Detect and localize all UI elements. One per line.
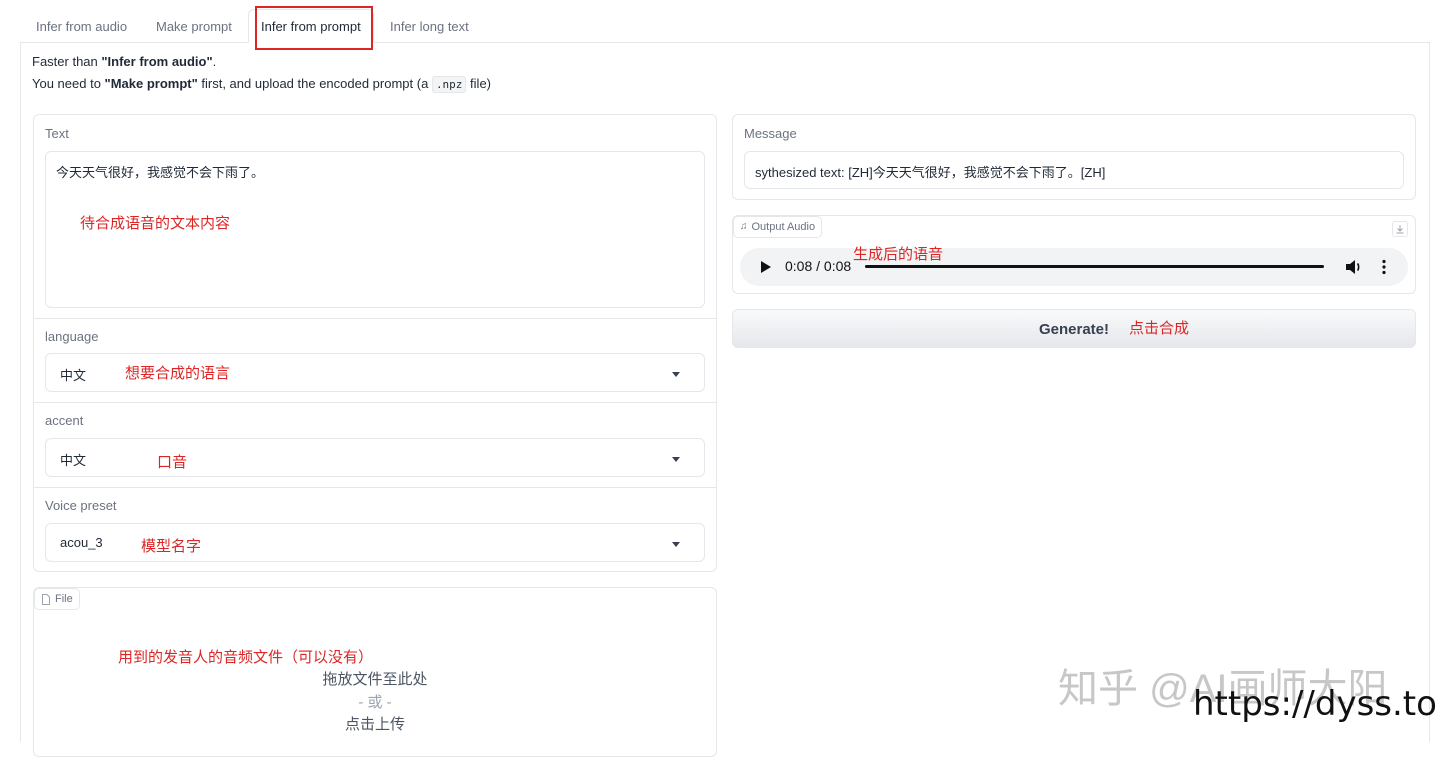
chevron-down-icon: [672, 372, 680, 377]
message-label: Message: [744, 126, 797, 141]
voice-preset-label: Voice preset: [45, 498, 117, 513]
play-icon[interactable]: [760, 260, 772, 274]
language-value: 中文: [60, 368, 87, 383]
output-audio-annotation: 生成后的语音: [853, 246, 944, 263]
accent-dropdown[interactable]: 中文: [45, 438, 705, 477]
chevron-down-icon: [672, 457, 680, 462]
audio-progress-track[interactable]: [865, 265, 1324, 268]
output-audio-chip: ♫ Output Audio: [733, 216, 823, 238]
voice-preset-annotation: 模型名字: [141, 538, 202, 555]
accent-label: accent: [45, 413, 84, 428]
file-annotation: 用到的发音人的音频文件（可以没有）: [118, 649, 374, 666]
audio-progress-fill: [865, 265, 1324, 268]
accent-value: 中文: [60, 453, 87, 468]
divider: [34, 318, 716, 319]
chevron-down-icon: [672, 542, 680, 547]
volume-icon[interactable]: [1345, 259, 1363, 275]
file-drop-text: 拖放文件至此处: [322, 671, 428, 688]
watermark-url: https://dyss.top: [1193, 684, 1440, 724]
language-annotation: 想要合成的语言: [125, 365, 231, 382]
audio-time: 0:08 / 0:08: [785, 258, 852, 274]
accent-annotation: 口音: [157, 454, 188, 471]
text-annotation: 待合成语音的文本内容: [80, 215, 231, 232]
more-options-icon[interactable]: [1381, 259, 1387, 275]
language-label: language: [45, 329, 99, 344]
divider: [34, 402, 716, 403]
text-label: Text: [45, 126, 69, 141]
file-icon: [42, 593, 50, 605]
description-line-1: Faster than "Infer from audio".: [32, 54, 217, 69]
generate-annotation: 点击合成: [1129, 320, 1190, 337]
tab-infer-from-audio[interactable]: Infer from audio: [36, 10, 127, 42]
music-note-icon: ♫: [740, 221, 748, 232]
tab-infer-long-text[interactable]: Infer long text: [390, 10, 469, 42]
divider: [34, 487, 716, 488]
file-label: File: [55, 593, 73, 605]
voice-preset-value: acou_3: [60, 535, 103, 550]
generate-button[interactable]: Generate!: [732, 309, 1416, 348]
download-icon[interactable]: [1392, 221, 1408, 237]
message-output: sythesized text: [ZH]今天天气很好，我感觉不会下雨了。[ZH…: [744, 151, 1404, 189]
file-click-upload-text: 点击上传: [344, 716, 405, 733]
file-label-chip: File: [34, 588, 80, 610]
output-audio-label: Output Audio: [751, 221, 816, 233]
file-or-text: - 或 -: [358, 694, 392, 711]
description-line-2: You need to "Make prompt" first, and upl…: [32, 76, 491, 93]
tab-make-prompt[interactable]: Make prompt: [156, 10, 232, 42]
